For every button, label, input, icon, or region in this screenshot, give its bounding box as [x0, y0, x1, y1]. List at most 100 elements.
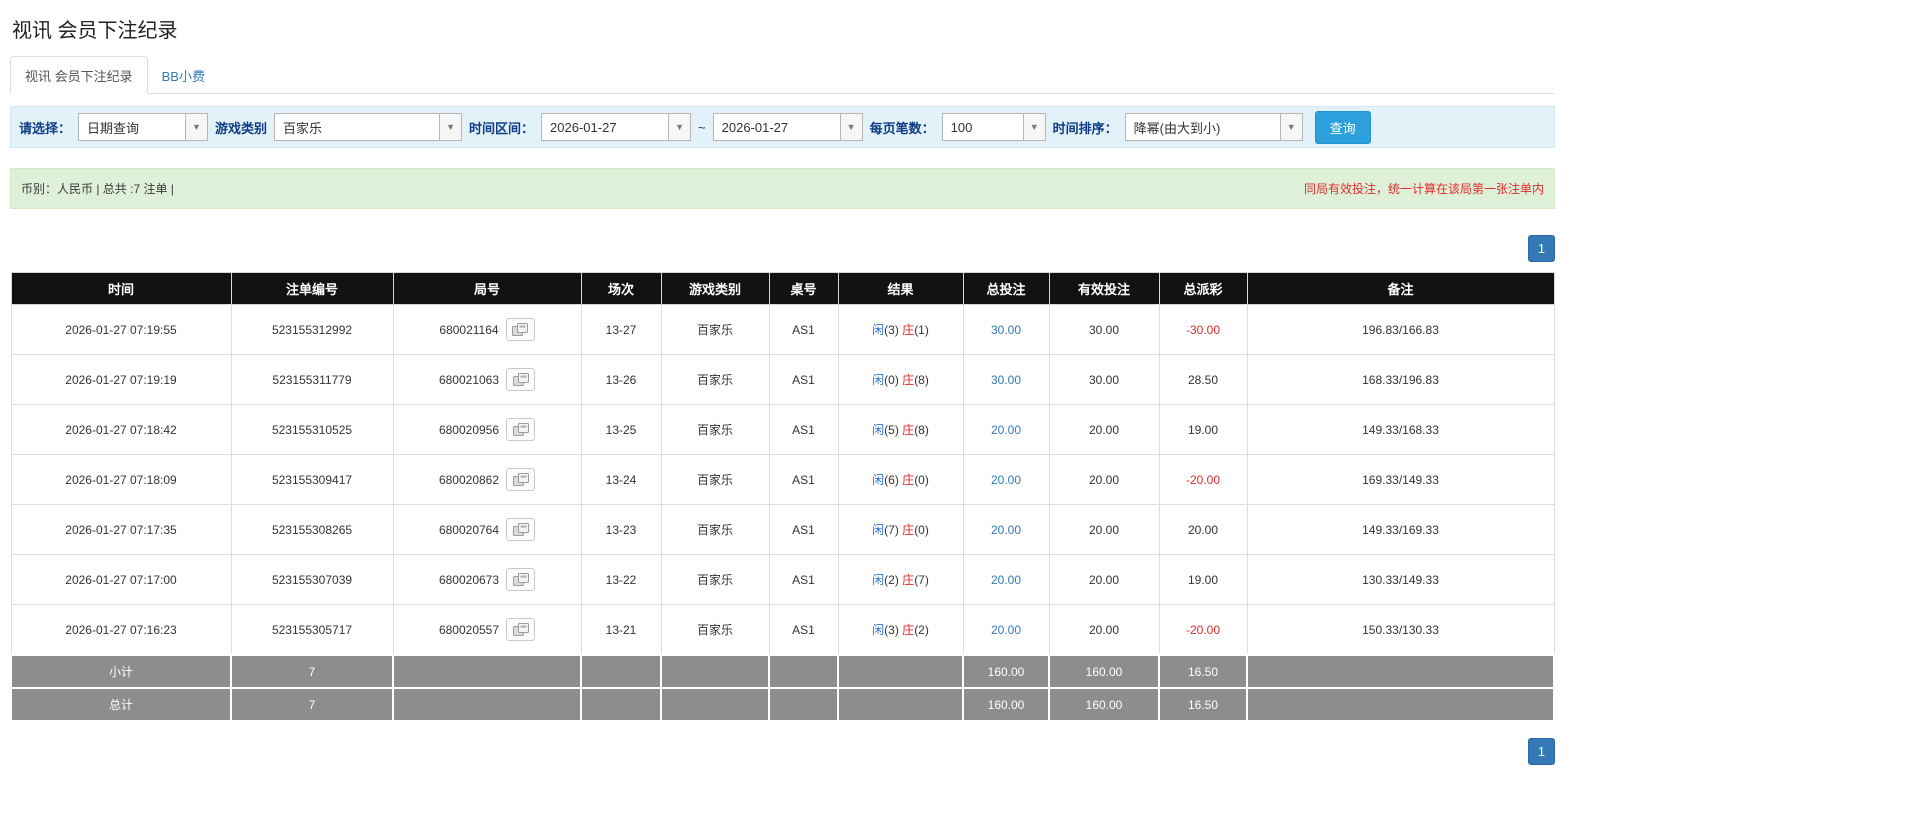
- result-banker: 庄: [902, 573, 915, 587]
- cell-time: 2026-01-27 07:18:42: [10, 404, 232, 455]
- subtotal-row: 小计 7 160.00 160.00 16.50: [10, 654, 1555, 689]
- footer-cell: [392, 687, 582, 722]
- cell-game-type: 百家乐: [660, 304, 770, 355]
- date-from-value: 2026-01-27: [550, 119, 617, 135]
- search-button[interactable]: 查询: [1314, 110, 1371, 144]
- cell-table-no: AS1: [768, 454, 839, 505]
- cell-total-bet[interactable]: 20.00: [962, 454, 1050, 505]
- result-player-score: (0): [884, 373, 899, 387]
- round-id-text: 680020862: [438, 472, 500, 487]
- result-player-score: (3): [884, 623, 899, 637]
- column-header: 结果: [837, 272, 964, 305]
- result-banker-score: (2): [914, 623, 929, 637]
- cell-total-bet[interactable]: 20.00: [962, 554, 1050, 605]
- chevron-down-icon[interactable]: ▼: [668, 114, 691, 140]
- result-banker: 庄: [902, 523, 915, 537]
- footer-cell: [660, 687, 770, 722]
- cell-session: 13-27: [580, 304, 662, 355]
- table-row: 2026-01-27 07:19:55 523155312992 680021164…: [10, 304, 1555, 355]
- pagination-page-button[interactable]: 1: [1528, 738, 1555, 765]
- cell-total-bet[interactable]: 30.00: [962, 304, 1050, 355]
- cell-result: 闲(3) 庄(1): [837, 304, 964, 355]
- cell-total-bet[interactable]: 20.00: [962, 504, 1050, 555]
- footer-cell: 16.50: [1158, 654, 1248, 689]
- time-sort-label: 时间排序：: [1052, 120, 1118, 136]
- tab-betting-records[interactable]: 视讯 会员下注纪录: [10, 56, 148, 94]
- cell-result: 闲(7) 庄(0): [837, 504, 964, 555]
- betting-records-table: 时间 注单编号 局号 场次 游戏类别 桌号 结果 总投注 有效投注 总派彩 备注 2026-01-2…: [10, 272, 1555, 722]
- result-player-score: (6): [884, 473, 899, 487]
- date-to-select[interactable]: 2026-01-27 ▼: [712, 113, 863, 141]
- round-replay-button[interactable]: [506, 368, 536, 391]
- chevron-down-icon[interactable]: ▼: [439, 114, 462, 140]
- game-type-select[interactable]: 百家乐 ▼: [274, 113, 463, 141]
- footer-cell: [580, 687, 662, 722]
- per-page-select[interactable]: 100 ▼: [941, 113, 1046, 141]
- result-player: 闲: [872, 573, 885, 587]
- cell-payout: 19.00: [1158, 404, 1248, 455]
- cell-game-type: 百家乐: [660, 454, 770, 505]
- replay-cards-icon: [512, 323, 529, 336]
- chevron-down-icon[interactable]: ▼: [1279, 114, 1302, 140]
- cell-time: 2026-01-27 07:19:19: [10, 354, 232, 405]
- round-replay-button[interactable]: [506, 418, 536, 441]
- column-header: 备注: [1246, 272, 1555, 305]
- cell-total-bet[interactable]: 20.00: [962, 604, 1050, 656]
- total-bet-link[interactable]: 30.00: [991, 323, 1021, 337]
- round-replay-button[interactable]: [506, 568, 536, 591]
- cell-payout: -30.00: [1158, 304, 1248, 355]
- cell-game-type: 百家乐: [660, 604, 770, 656]
- result-player: 闲: [872, 623, 885, 637]
- round-id-text: 680020956: [438, 422, 500, 437]
- total-bet-link[interactable]: 20.00: [991, 623, 1021, 637]
- footer-cell: [660, 654, 770, 689]
- total-bet-link[interactable]: 20.00: [991, 523, 1021, 537]
- chevron-down-icon[interactable]: ▼: [185, 114, 208, 140]
- round-replay-button[interactable]: [506, 468, 536, 491]
- round-replay-button[interactable]: [506, 518, 536, 541]
- footer-cell: [1246, 687, 1555, 722]
- cell-result: 闲(6) 庄(0): [837, 454, 964, 505]
- cell-note: 149.33/169.33: [1246, 504, 1555, 555]
- total-bet-link[interactable]: 20.00: [991, 473, 1021, 487]
- summary-bar: 币别：人民币 | 总共 :7 注单 | 同局有效投注，统一计算在该局第一张注单内: [10, 168, 1555, 209]
- cell-game-type: 百家乐: [660, 404, 770, 455]
- result-banker-score: (7): [914, 573, 929, 587]
- chevron-down-icon[interactable]: ▼: [839, 114, 862, 140]
- cell-session: 13-21: [580, 604, 662, 656]
- total-bet-link[interactable]: 30.00: [991, 373, 1021, 387]
- table-body: 2026-01-27 07:19:55 523155312992 680021164…: [10, 304, 1555, 722]
- date-from-select[interactable]: 2026-01-27 ▼: [541, 113, 692, 141]
- chevron-down-icon[interactable]: ▼: [1022, 114, 1045, 140]
- tab-bb-tip[interactable]: BB小费: [148, 57, 219, 93]
- cell-table-no: AS1: [768, 354, 839, 405]
- game-type-label: 游戏类别: [215, 120, 268, 136]
- cell-round-id: 680020557: [392, 604, 582, 656]
- table-row: 2026-01-27 07:18:09 523155309417 680020862…: [10, 454, 1555, 505]
- pagination-top: 1: [10, 235, 1555, 262]
- total-bet-link[interactable]: 20.00: [991, 423, 1021, 437]
- pagination-page-button[interactable]: 1: [1528, 235, 1555, 262]
- round-replay-button[interactable]: [505, 318, 535, 341]
- cell-session: 13-23: [580, 504, 662, 555]
- filter-bar: 请选择： 日期查询 ▼ 游戏类别 百家乐 ▼ 时间区间： 2026-01-27 …: [10, 106, 1555, 148]
- cell-note: 149.33/168.33: [1246, 404, 1555, 455]
- cell-table-no: AS1: [768, 554, 839, 605]
- result-player-score: (7): [884, 523, 899, 537]
- round-id-text: 680021164: [439, 322, 499, 337]
- round-replay-button[interactable]: [506, 618, 536, 641]
- cell-payout: 20.00: [1158, 504, 1248, 555]
- time-sort-select[interactable]: 降幂(由大到小) ▼: [1124, 113, 1303, 141]
- tab-bar: 视讯 会员下注纪录 BB小费: [10, 56, 1555, 94]
- cell-payout: -20.00: [1158, 604, 1248, 656]
- cell-total-bet[interactable]: 30.00: [962, 354, 1050, 405]
- query-type-select[interactable]: 日期查询 ▼: [78, 113, 209, 141]
- cell-payout: 19.00: [1158, 554, 1248, 605]
- total-bet-link[interactable]: 20.00: [991, 573, 1021, 587]
- replay-cards-icon: [512, 573, 529, 586]
- cell-result: 闲(0) 庄(8): [837, 354, 964, 405]
- round-id-text: 680020673: [438, 572, 500, 587]
- table-header-row: 时间 注单编号 局号 场次 游戏类别 桌号 结果 总投注 有效投注 总派彩 备注: [10, 272, 1555, 305]
- cell-round-id: 680021063: [392, 354, 582, 405]
- cell-total-bet[interactable]: 20.00: [962, 404, 1050, 455]
